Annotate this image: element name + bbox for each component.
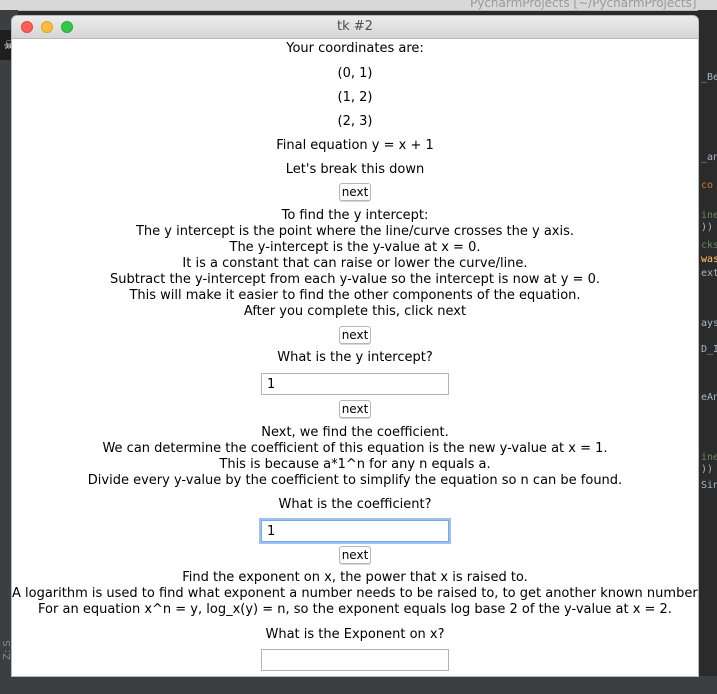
coefficient-explanation-line: Next, we find the coefficient. xyxy=(261,425,449,440)
window-title: tk #2 xyxy=(337,19,373,34)
intercept-input[interactable] xyxy=(261,373,449,395)
ide-code-fragment: D_I xyxy=(701,344,717,355)
ide-code-fragment: co xyxy=(701,180,714,191)
intercept-explanation-line: This will make it easier to find the oth… xyxy=(129,288,581,303)
ide-code-fragment: )) xyxy=(701,222,714,233)
coordinate-item: (1, 2) xyxy=(337,90,373,105)
exponent-explanation-line: For an equation x^n = y, log_x(y) = n, s… xyxy=(38,602,672,617)
ide-code-fragment: eAns xyxy=(701,392,717,403)
intercept-question: What is the y intercept? xyxy=(277,350,433,365)
ide-titlebar: PycharmProjects [~/PycharmProjects] xyxy=(0,0,717,11)
exponent-explanation-line: Find the exponent on x, the power that x… xyxy=(182,570,528,585)
intercept-explanation-line: The y-intercept is the y-value at x = 0. xyxy=(229,240,481,255)
ide-code-fragment: ine xyxy=(701,210,717,221)
ide-title: PycharmProjects [~/PycharmProjects] xyxy=(470,0,697,10)
ide-code-fragment: ext xyxy=(701,268,717,279)
ide-code-fragment: ays xyxy=(701,318,717,329)
coordinate-item: (2, 3) xyxy=(337,114,373,129)
ide-code-fragment: _Be xyxy=(701,72,717,83)
next-button[interactable]: next xyxy=(339,546,371,564)
coefficient-explanation-line: We can determine the coefficient of this… xyxy=(102,441,608,456)
coordinates-heading: Your coordinates are: xyxy=(286,41,424,56)
final-equation: Final equation y = x + 1 xyxy=(276,138,434,153)
ide-code-fragment: )) xyxy=(701,464,714,475)
ide-code-fragment: Sinp xyxy=(701,480,717,491)
intercept-explanation-line: After you complete this, click next xyxy=(243,304,467,319)
ide-code-fragment: ine xyxy=(701,452,717,463)
exponent-input[interactable] xyxy=(261,649,449,671)
intercept-explanation-line: To find the y intercept: xyxy=(281,208,429,223)
coefficient-explanation-line: Divide every y-value by the coefficient … xyxy=(87,473,623,488)
coefficient-explanation-line: This is because a*1^n for any n equals a… xyxy=(219,457,491,472)
coefficient-input[interactable] xyxy=(261,520,449,542)
tk-window: tk #2 Your coordinates are: (0, 1) (1, 2… xyxy=(12,16,698,676)
next-button[interactable]: next xyxy=(339,400,371,418)
exponent-explanation-line: A logarithm is used to find what exponen… xyxy=(12,586,698,601)
intercept-explanation-line: The y intercept is the point where the l… xyxy=(135,224,575,239)
ide-code-fragment: cks xyxy=(701,240,717,251)
coordinate-item: (0, 1) xyxy=(337,66,373,81)
coefficient-question: What is the coefficient? xyxy=(278,497,432,512)
next-button[interactable]: next xyxy=(339,183,371,201)
ide-bottom-strip xyxy=(0,676,717,694)
breakdown-label: Let's break this down xyxy=(285,162,425,177)
intercept-explanation-line: It is a constant that can raise or lower… xyxy=(182,256,528,271)
ide-code-fragment: was xyxy=(701,254,717,265)
ide-code-fragment: _an xyxy=(701,152,717,163)
intercept-explanation-line: Subtract the y-intercept from each y-val… xyxy=(110,272,600,287)
exponent-question: What is the Exponent on x? xyxy=(265,627,445,642)
window-titlebar[interactable]: tk #2 xyxy=(12,16,698,39)
next-button[interactable]: next xyxy=(339,326,371,344)
